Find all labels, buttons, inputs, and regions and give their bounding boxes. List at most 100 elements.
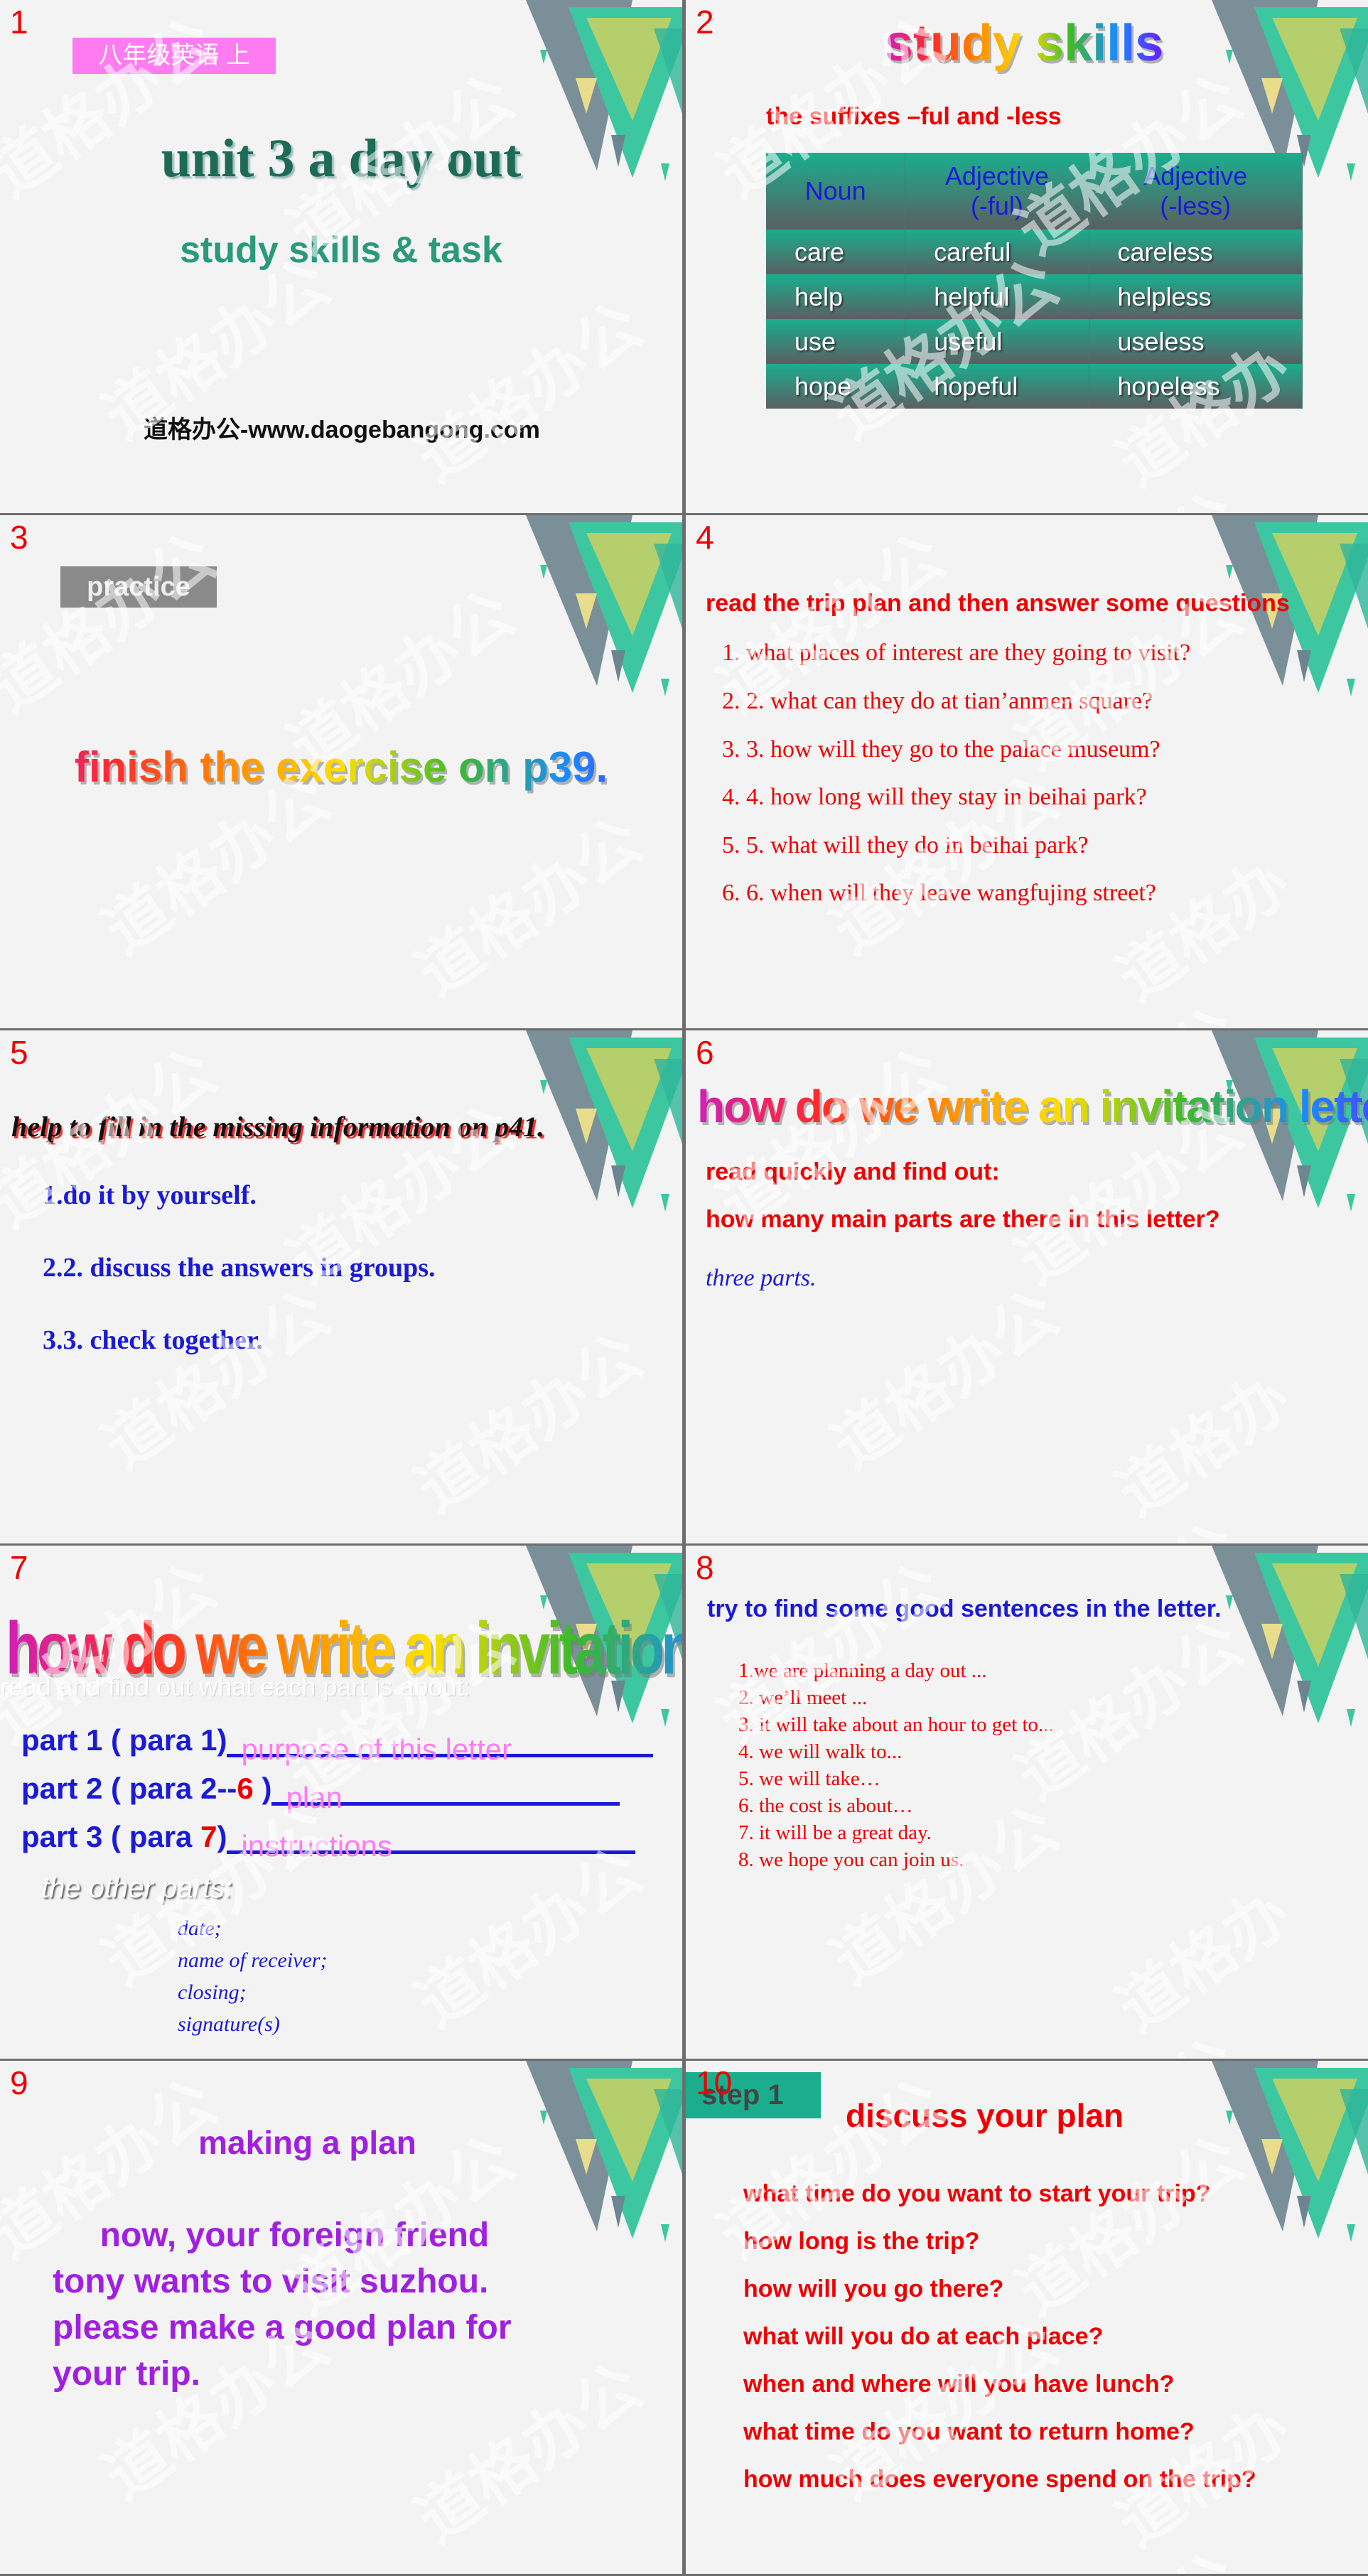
cell: careful <box>905 230 1089 274</box>
cell: helpful <box>905 274 1089 319</box>
paragraph-line: tony wants to visit suzhou. <box>53 2263 489 2300</box>
other-part: date; <box>178 1917 222 1940</box>
decorative-triangles <box>526 515 682 696</box>
watermark: 道格办公 <box>1104 846 1303 1028</box>
slide-number: 3 <box>10 519 28 556</box>
sentence-item: 5. we will take… <box>738 1767 880 1790</box>
sentence-item: 1.we are planning a day out ... <box>738 1659 987 1682</box>
slide-2[interactable]: 2 study skills the suffixes –ful and -le… <box>686 0 1368 513</box>
header-cell: Noun <box>766 153 906 230</box>
watermark: 道格办公 <box>404 805 655 1011</box>
step-item: 2.2. discuss the answers in groups. <box>43 1253 436 1283</box>
other-part: name of receiver; <box>178 1949 328 1972</box>
slide-title: making a plan <box>198 2124 416 2161</box>
watermark: 道格办公 <box>404 290 655 495</box>
slide-10[interactable]: step 1 10 discuss your plan what time do… <box>686 2061 1368 2574</box>
question-item: when and where will you have lunch? <box>743 2371 1175 2398</box>
part-answer: plan <box>286 1781 343 1814</box>
watermark: 道格办公 <box>1104 1876 1303 2059</box>
watermark: 道格办公 <box>92 1278 343 1483</box>
slide-4[interactable]: 4 read the trip plan and then answer som… <box>686 515 1368 1028</box>
watermark: 道格办公 <box>404 1320 655 1526</box>
cell: useful <box>905 319 1089 364</box>
slide-9[interactable]: 9 making a plan now, your foreign friend… <box>0 2061 682 2574</box>
header-cell: Adjective (-less) <box>1089 153 1303 230</box>
sentence-item: 7. it will be a great day. <box>738 1821 932 1844</box>
part-row: part 2 ( para 2--6 ) plan <box>21 1772 620 1814</box>
question-item: 1. what places of interest are they goin… <box>722 640 1191 666</box>
watermark: 道格办公 <box>820 762 1071 968</box>
cell: helpless <box>1089 274 1303 319</box>
decorative-triangles <box>1212 515 1368 696</box>
slide-number: 7 <box>10 1549 28 1586</box>
instruction-line: read quickly and find out: <box>706 1158 1000 1185</box>
question-item: how will you go there? <box>743 2275 1004 2302</box>
slide-1[interactable]: 1 八年级英语 上 unit 3 a day out study skills … <box>0 0 682 513</box>
decorative-triangles <box>1212 1546 1368 1727</box>
slide-3[interactable]: 3 practice finish the exercise on p39. 道… <box>0 515 682 1028</box>
step-item: 1.do it by yourself. <box>43 1180 257 1210</box>
part-answer: instructions <box>241 1829 392 1863</box>
part-row: part 3 ( para 7) instructions <box>21 1820 636 1863</box>
slide-number: 1 <box>10 4 28 41</box>
subtitle: study skills & task <box>180 230 502 271</box>
table-row: use useful useless <box>766 319 1303 364</box>
slide-7[interactable]: 7 how do we write an invitation letter? … <box>0 1546 682 2059</box>
watermark: 道格办公 <box>1104 1361 1303 1543</box>
slide-number: 8 <box>696 1549 714 1586</box>
instruction-line: how many main parts are there in this le… <box>706 1206 1220 1233</box>
paragraph-line: your trip. <box>53 2355 201 2393</box>
question-item: how long is the trip? <box>743 2228 980 2255</box>
step-item: 3.3. check together. <box>43 1325 263 1355</box>
cell: care <box>766 230 906 274</box>
decorative-triangles <box>1212 1030 1368 1212</box>
sentence-item: 4. we will walk to... <box>738 1740 903 1763</box>
question-item: 5. 5. what will they do in beihai park? <box>722 832 1089 858</box>
exercise-text: finish the exercise on p39. <box>0 743 682 792</box>
question-item: what time do you want to return home? <box>743 2418 1195 2445</box>
watermark: 道格办公 <box>404 1836 655 2041</box>
question-item: what will you do at each place? <box>743 2323 1104 2350</box>
table-row: care careful careless <box>766 230 1303 274</box>
cell: hopeful <box>905 364 1089 409</box>
cell: hope <box>766 364 906 409</box>
other-parts-heading: the other parts: <box>41 1872 233 1904</box>
heading: try to find some good sentences in the l… <box>707 1595 1222 1622</box>
watermark: 道格办公 <box>404 2351 655 2556</box>
slide-number: 9 <box>10 2064 28 2101</box>
slide-title: how do we write an invitation letter? <box>697 1080 1368 1133</box>
question-item: 2. 2. what can they do at tian’anmen squ… <box>722 688 1153 714</box>
sentence-item: 6. the cost is about… <box>738 1794 913 1817</box>
slide-number: 5 <box>10 1034 28 1071</box>
cell: hopeless <box>1089 364 1303 409</box>
slide-number: 2 <box>696 4 714 41</box>
part-answer: purpose of this letter <box>241 1732 512 1766</box>
question-item: 3. 3. how will they go to the palace mus… <box>722 736 1160 762</box>
slide-number: 4 <box>696 519 714 556</box>
decorative-triangles <box>526 2061 682 2242</box>
cell: help <box>766 274 906 319</box>
page-title: unit 3 a day out <box>161 129 522 188</box>
other-part: closing; <box>178 1980 247 2004</box>
watermark: 道格办公 <box>0 521 229 726</box>
slide-title: study skills <box>885 15 1164 72</box>
slide-8[interactable]: 8 try to find some good sentences in the… <box>686 1546 1368 2059</box>
website-link[interactable]: 道格办公-www.daogebangong.com <box>144 410 540 445</box>
slide-title: discuss your plan <box>846 2097 1124 2134</box>
decorative-triangles <box>1212 2061 1368 2242</box>
paragraph-line: now, your foreign friend <box>53 2216 490 2254</box>
suffix-table: Noun Adjective (-ful) Adjective (-less) ca… <box>766 153 1303 409</box>
table-header-row: Noun Adjective (-ful) Adjective (-less) <box>766 153 1303 230</box>
slide-number: 10 <box>696 2064 733 2101</box>
slide-5[interactable]: 5 help to fill in the missing informatio… <box>0 1030 682 1543</box>
sentence-item: 3. it will take about an hour to get to.… <box>738 1713 1054 1736</box>
paragraph-line: please make a good plan for <box>53 2309 512 2346</box>
table-row: help helpful helpless <box>766 274 1303 319</box>
cell: use <box>766 319 906 364</box>
answer-text: three parts. <box>706 1265 817 1291</box>
question-item: 4. 4. how long will they stay in beihai … <box>722 784 1147 810</box>
slide-6[interactable]: 6 how do we write an invitation letter? … <box>686 1030 1368 1543</box>
table-row: hope hopeful hopeless <box>766 364 1303 409</box>
sentence-item: 2. we’ll meet ... <box>738 1686 868 1709</box>
header-cell: Adjective (-ful) <box>905 153 1089 230</box>
